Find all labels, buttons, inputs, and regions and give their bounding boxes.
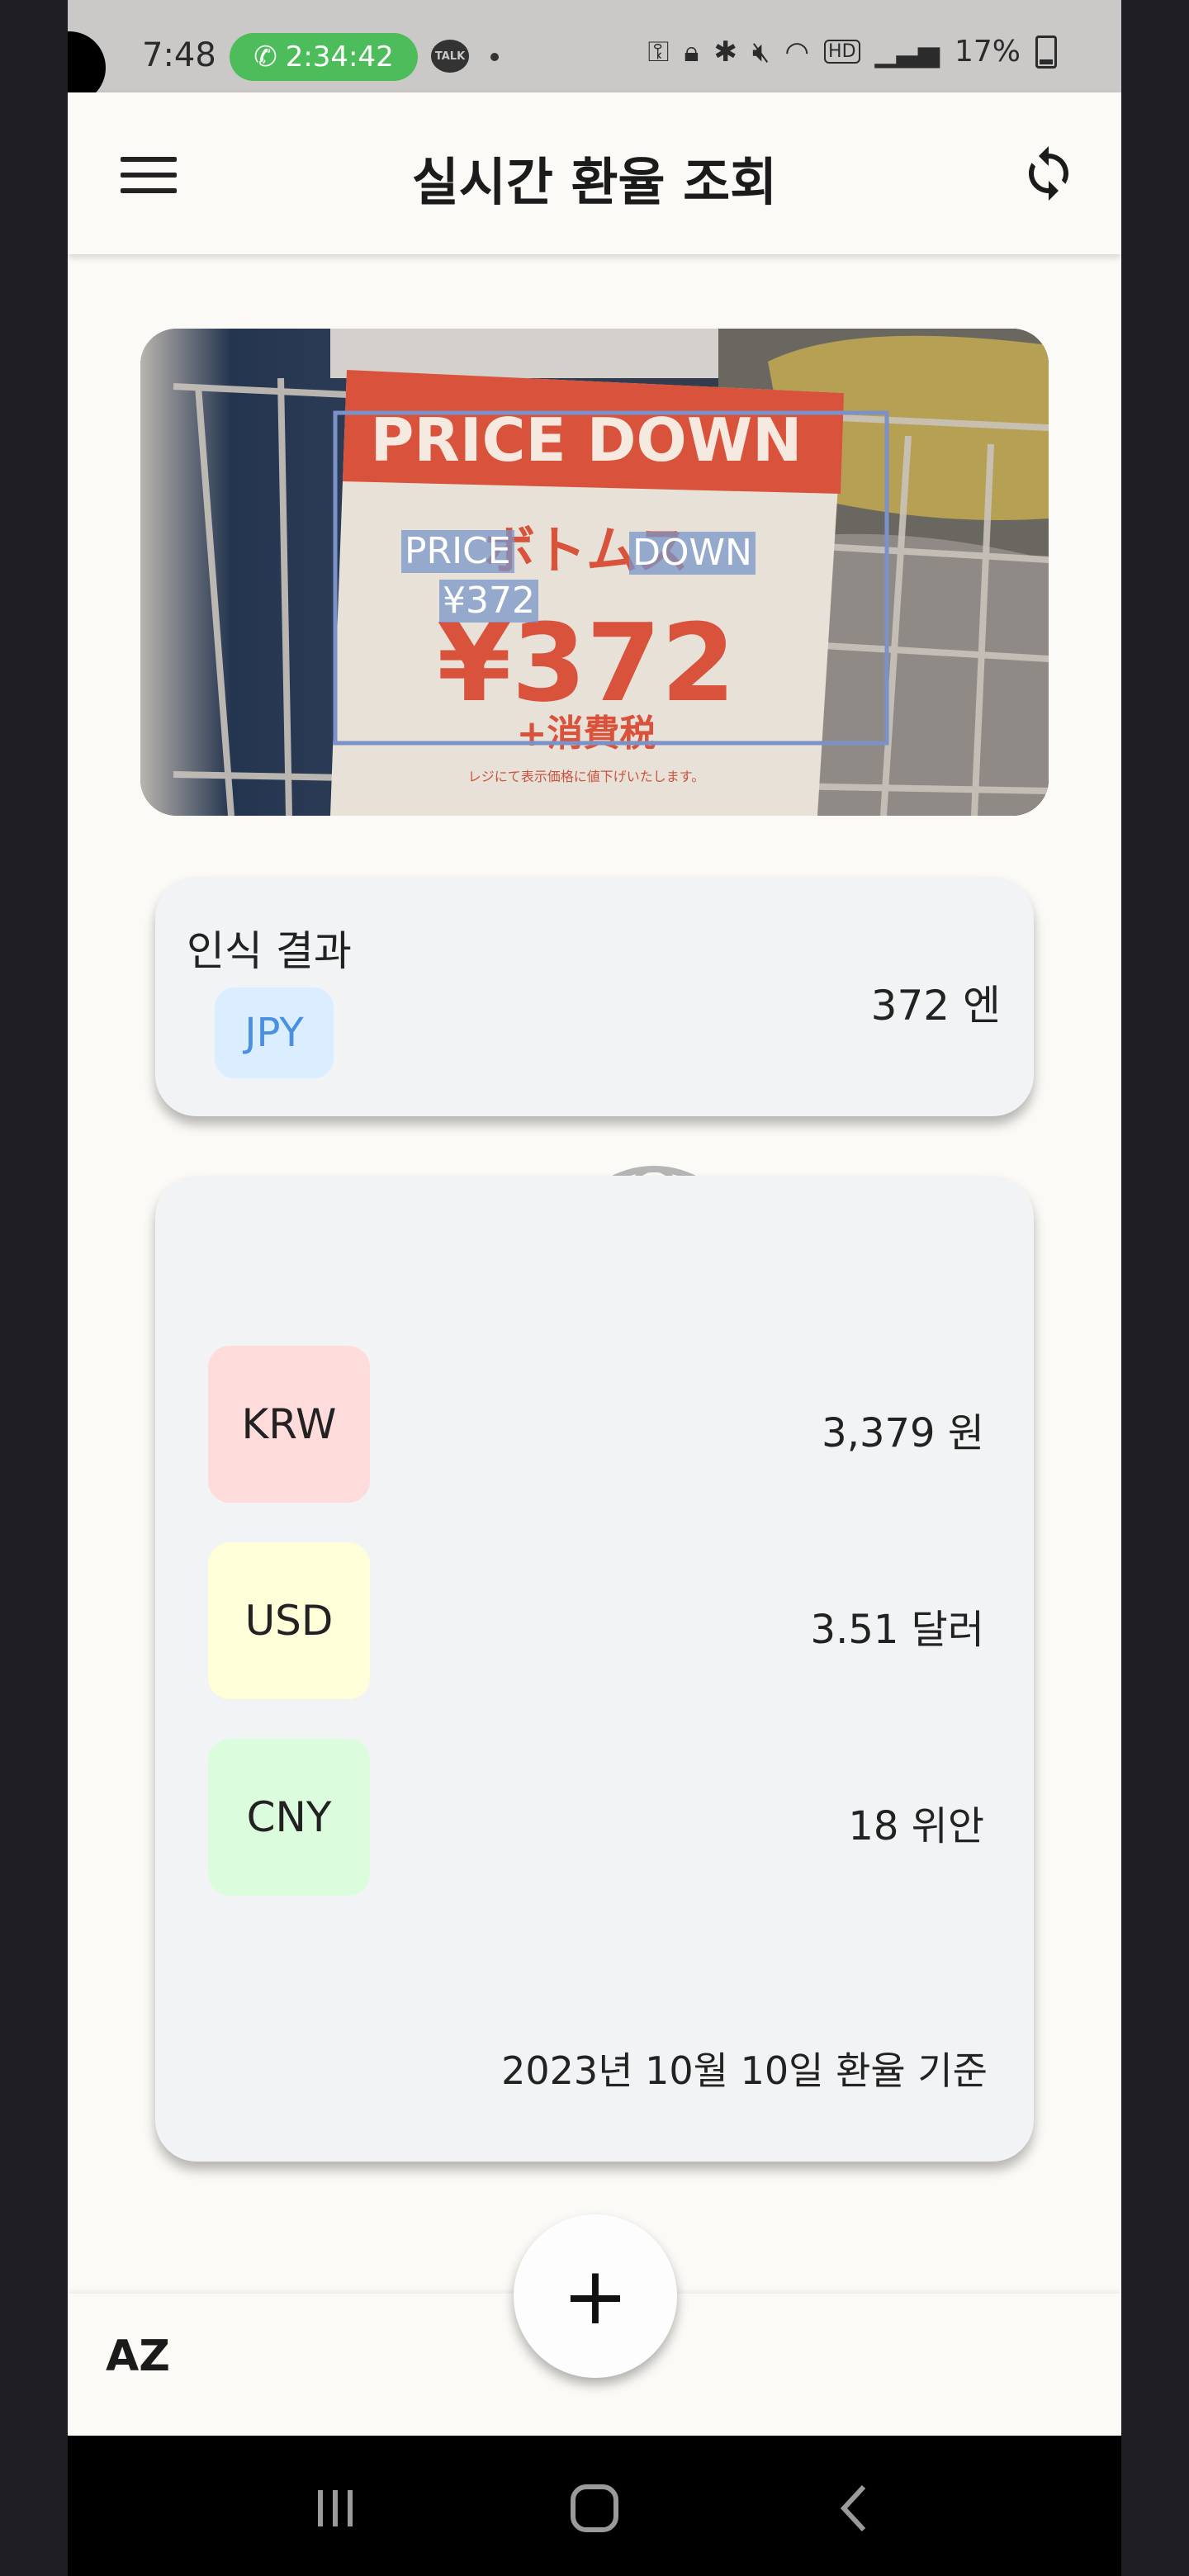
status-time: 7:48: [142, 36, 216, 74]
app-screen: 7:48 ✆ 2:34:42 TALK ⚿ 🔒︎ ✱ 🔇︎ ◠ HD ▁▃▅ 1…: [68, 0, 1121, 2576]
wifi-icon: ◠: [784, 35, 810, 69]
currency-chip-usd[interactable]: USD: [208, 1542, 370, 1699]
battery-icon: [1035, 35, 1057, 69]
recognition-result-card: 인식 결과 JPY 372 엔: [155, 877, 1034, 1116]
key-icon: ⚿: [647, 35, 670, 69]
back-icon[interactable]: [821, 2475, 887, 2541]
currency-chip-krw[interactable]: KRW: [208, 1346, 370, 1503]
mute-icon: 🔇︎: [751, 35, 770, 69]
currency-chip-cny[interactable]: CNY: [208, 1739, 370, 1896]
bluetooth-icon: ✱: [713, 35, 737, 69]
ocr-label-down: DOWN: [629, 532, 756, 575]
captured-photo[interactable]: PRICE DOWN ボトムス ¥372 +消費税 レジにて表示価格に値下げいた…: [140, 329, 1049, 816]
conversion-row-cny: CNY 18 위안: [208, 1739, 984, 1896]
source-currency-chip[interactable]: JPY: [215, 987, 334, 1078]
app-bar: 실시간 환율 조회: [68, 92, 1121, 254]
converted-amount-krw: 3,379 원: [822, 1410, 984, 1456]
conversion-results-card: KRW 3,379 원 USD 3.51 달러 CNY 18 위안 2023년 …: [155, 1176, 1034, 2162]
hd-badge: HD: [824, 40, 860, 64]
exchange-rate-date: 2023년 10월 10일 환율 기준: [501, 2048, 988, 2093]
sign-heading: PRICE DOWN: [371, 405, 803, 475]
refresh-icon[interactable]: [1019, 144, 1078, 203]
notification-dot-icon: [490, 53, 499, 61]
ocr-label-price: PRICE: [401, 530, 514, 573]
page-title: 실시간 환율 조회: [411, 152, 778, 212]
call-timer: 2:34:42: [285, 40, 394, 73]
home-icon[interactable]: [561, 2475, 628, 2541]
ocr-label-yen: ¥372: [439, 580, 538, 623]
ongoing-call-chip[interactable]: ✆ 2:34:42: [230, 33, 418, 81]
sort-alphabetical-icon[interactable]: AZ: [106, 2332, 170, 2381]
conversion-row-usd: USD 3.51 달러: [208, 1542, 984, 1699]
signal-icon: ▁▃▅: [874, 35, 940, 69]
lock-icon: 🔒︎: [684, 35, 699, 69]
recent-apps-icon[interactable]: [302, 2475, 368, 2541]
battery-percent: 17%: [954, 35, 1021, 69]
converted-amount-cny: 18 위안: [848, 1803, 984, 1849]
sign-tax: +消費税: [517, 713, 656, 755]
recognition-title: 인식 결과: [187, 927, 352, 975]
add-currency-button[interactable]: +: [514, 2214, 677, 2378]
status-icons: ⚿ 🔒︎ ✱ 🔇︎ ◠ HD ▁▃▅ 17%: [647, 35, 1057, 69]
system-navigation-bar: [68, 2436, 1121, 2576]
conversion-row-krw: KRW 3,379 원: [208, 1346, 984, 1503]
recognized-amount: 372 엔: [870, 982, 1001, 1030]
status-bar: 7:48 ✆ 2:34:42 TALK ⚿ 🔒︎ ✱ 🔇︎ ◠ HD ▁▃▅ 1…: [68, 0, 1121, 104]
kakaotalk-icon: TALK: [431, 40, 469, 73]
phone-icon: ✆: [253, 40, 277, 73]
sign-note: レジにて表示価格に値下げいたします。: [468, 769, 704, 784]
converted-amount-usd: 3.51 달러: [810, 1607, 984, 1653]
photo-scene: PRICE DOWN ボトムス ¥372 +消費税 レジにて表示価格に値下げいた…: [140, 329, 1049, 816]
